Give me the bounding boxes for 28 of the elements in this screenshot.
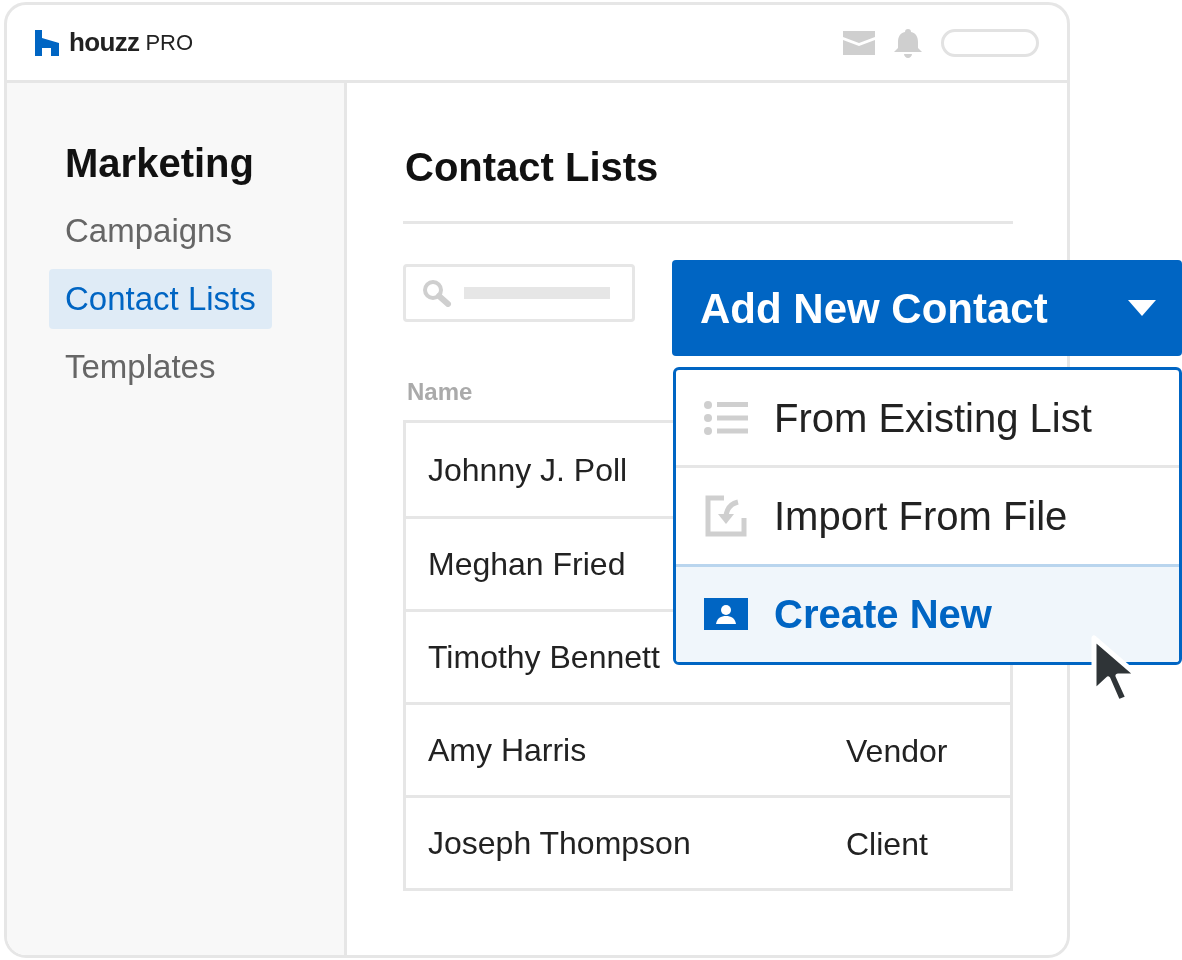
- contact-type: Vendor: [846, 732, 948, 771]
- sidebar-item[interactable]: Contact Lists: [49, 269, 272, 329]
- logo-text: houzz: [69, 26, 140, 59]
- sidebar-title: Marketing: [65, 140, 255, 187]
- list-icon: [704, 399, 748, 436]
- column-header: Name: [407, 377, 474, 407]
- logo-icon: [35, 29, 59, 56]
- menu-item[interactable]: Create New: [676, 563, 1179, 662]
- contact-name: Amy Harris: [428, 731, 587, 770]
- search-icon: [422, 279, 452, 307]
- sidebar-item[interactable]: Templates: [49, 337, 232, 397]
- caret-icon: [1128, 300, 1156, 316]
- contact-card-icon: [704, 598, 748, 631]
- search-field[interactable]: [403, 264, 635, 322]
- account-pill[interactable]: [941, 28, 1039, 57]
- contact-name: Timothy Bennett: [428, 638, 660, 677]
- import-icon: [704, 494, 748, 538]
- mail-icon[interactable]: [843, 30, 875, 55]
- page-title: Contact Lists: [405, 144, 660, 191]
- sidebar-item[interactable]: Campaigns: [49, 201, 248, 261]
- contact-name: Meghan Fried: [428, 545, 626, 584]
- bell-icon[interactable]: [893, 27, 923, 58]
- contact-name: Joseph Thompson: [428, 824, 691, 863]
- logo-suffix: PRO: [145, 29, 194, 57]
- menu-item[interactable]: From Existing List: [676, 370, 1179, 466]
- contact-type: Client: [846, 825, 928, 864]
- contact-name: Johnny J. Poll: [428, 450, 628, 490]
- add-contact-button[interactable]: Add New Contact: [672, 260, 1182, 356]
